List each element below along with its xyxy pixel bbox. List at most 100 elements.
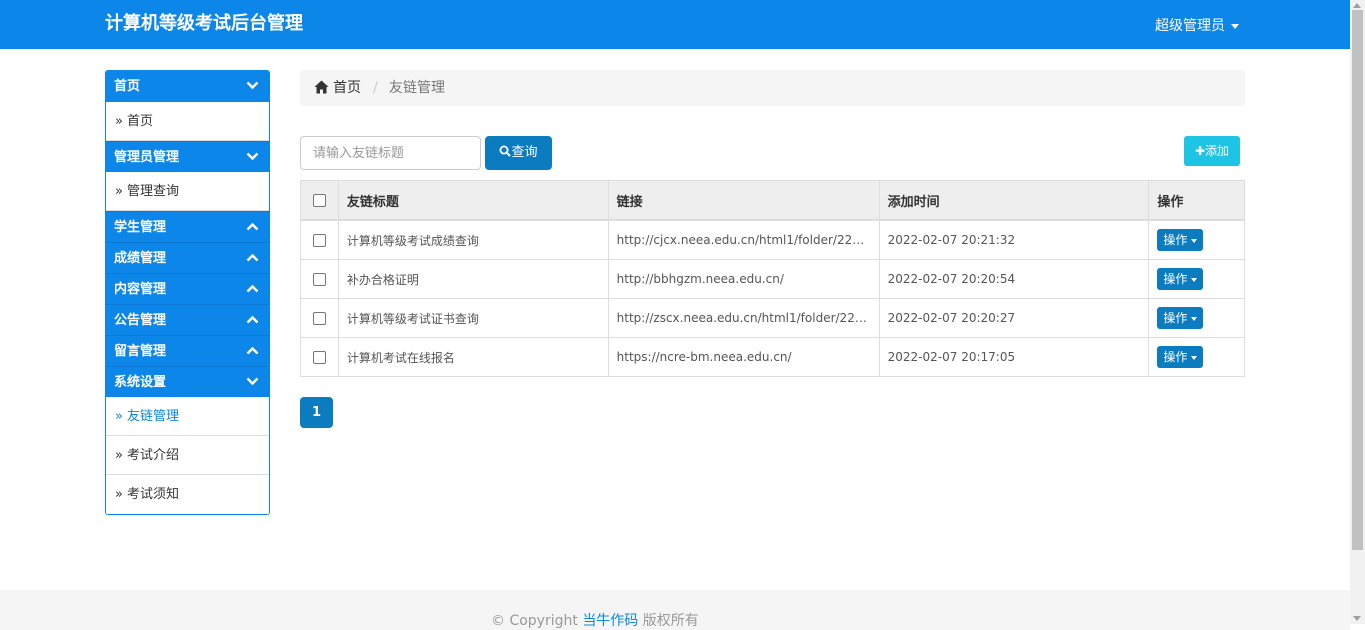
row-checkbox[interactable] bbox=[312, 273, 326, 286]
row-select-cell bbox=[300, 219, 339, 260]
caret-down-icon bbox=[1191, 277, 1198, 282]
chevron-up-icon bbox=[246, 336, 259, 367]
sidebar-item-label: 考试须知 bbox=[126, 487, 179, 502]
plus-icon: ✚ bbox=[1194, 144, 1206, 158]
double-chevron-right-icon: » bbox=[115, 114, 123, 129]
breadcrumb-home[interactable]: 首页 bbox=[314, 70, 361, 106]
cell-url-text[interactable]: https://ncre-bm.neea.edu.cn/ bbox=[617, 350, 792, 364]
cell-time: 2022-02-07 20:17:05 bbox=[878, 337, 1150, 377]
search-button-label: 查询 bbox=[511, 145, 538, 160]
cell-time: 2022-02-07 20:20:54 bbox=[878, 259, 1150, 299]
cell-title: 计算机考试在线报名 bbox=[337, 337, 609, 377]
row-checkbox[interactable] bbox=[312, 234, 326, 247]
table-row: 计算机等级考试成绩查询 http://cjcx.neea.edu.cn/html1… bbox=[300, 219, 1245, 260]
footer-suffix: 版权所有 bbox=[642, 613, 699, 629]
chevron-down-icon bbox=[246, 142, 259, 173]
row-select-cell bbox=[300, 298, 339, 338]
double-chevron-right-icon: » bbox=[115, 448, 123, 463]
sidebar-item-0-0[interactable]: » 首页 bbox=[106, 102, 269, 141]
search-input[interactable] bbox=[300, 136, 481, 170]
sidebar-group-label: 内容管理 bbox=[114, 282, 167, 297]
add-button[interactable]: ✚添加 bbox=[1184, 136, 1240, 166]
chevron-down-icon bbox=[246, 367, 259, 398]
column-header-url[interactable]: 链接 bbox=[607, 180, 880, 221]
footer-link[interactable]: 当牛作码 bbox=[582, 613, 638, 629]
cell-url: http://zscx.neea.edu.cn/html1/folder/220… bbox=[607, 298, 880, 338]
column-header-title[interactable]: 友链标题 bbox=[337, 180, 609, 221]
sidebar-item-7-2[interactable]: » 考试须知 bbox=[106, 475, 269, 514]
breadcrumb: 首页 / 友链管理 bbox=[300, 70, 1245, 106]
row-action-label: 操作 bbox=[1163, 233, 1188, 247]
scroll-up-icon[interactable] bbox=[1353, 3, 1361, 8]
user-name: 超级管理员 bbox=[1155, 18, 1225, 34]
cell-url: http://bbhgzm.neea.edu.cn/ bbox=[607, 259, 880, 299]
row-action-label: 操作 bbox=[1163, 311, 1188, 325]
chevron-up-icon bbox=[246, 274, 259, 305]
search-icon bbox=[499, 145, 512, 157]
cell-action: 操作 bbox=[1148, 219, 1245, 260]
double-chevron-right-icon: » bbox=[115, 409, 123, 424]
column-header-action: 操作 bbox=[1148, 180, 1245, 221]
search-button[interactable]: 查询 bbox=[485, 136, 552, 170]
sidebar-item-7-1[interactable]: » 考试介绍 bbox=[106, 436, 269, 475]
sidebar-group-1[interactable]: 管理员管理 bbox=[106, 141, 269, 172]
double-chevron-right-icon: » bbox=[115, 487, 123, 502]
sidebar-group-0[interactable]: 首页 bbox=[106, 71, 269, 102]
sidebar-group-label: 系统设置 bbox=[114, 375, 167, 390]
app-title[interactable]: 计算机等级考试后台管理 bbox=[105, 9, 303, 35]
table-row: 计算机考试在线报名 https://ncre-bm.neea.edu.cn/202… bbox=[300, 337, 1245, 377]
row-action-dropdown[interactable]: 操作 bbox=[1157, 268, 1204, 290]
top-navbar: 计算机等级考试后台管理 超级管理员 bbox=[0, 0, 1350, 49]
table-row: 补办合格证明 http://bbhgzm.neea.edu.cn/2022-02-… bbox=[300, 259, 1245, 299]
row-action-label: 操作 bbox=[1163, 272, 1188, 286]
sidebar-group-2[interactable]: 学生管理 bbox=[106, 211, 269, 242]
table-header-row: 友链标题 链接 添加时间 操作 bbox=[300, 180, 1245, 221]
breadcrumb-home-label: 首页 bbox=[333, 80, 361, 96]
sidebar-group-6[interactable]: 留言管理 bbox=[106, 335, 269, 366]
caret-down-icon bbox=[1191, 238, 1198, 243]
row-action-dropdown[interactable]: 操作 bbox=[1157, 229, 1204, 251]
sidebar-group-label: 管理员管理 bbox=[114, 150, 180, 165]
add-button-label: 添加 bbox=[1205, 144, 1230, 158]
cell-url-text[interactable]: http://zscx.neea.edu.cn/html1/folder/220… bbox=[617, 311, 871, 325]
cell-url-text[interactable]: http://cjcx.neea.edu.cn/html1/folder/220… bbox=[617, 233, 871, 247]
caret-down-icon bbox=[1191, 316, 1198, 321]
row-action-label: 操作 bbox=[1163, 350, 1188, 364]
breadcrumb-separator: / bbox=[373, 80, 378, 96]
row-checkbox[interactable] bbox=[312, 312, 326, 325]
scroll-down-icon[interactable] bbox=[1353, 616, 1361, 621]
sidebar-item-1-0[interactable]: » 管理查询 bbox=[106, 172, 269, 211]
row-action-dropdown[interactable]: 操作 bbox=[1157, 346, 1204, 368]
sidebar-group-3[interactable]: 成绩管理 bbox=[106, 242, 269, 273]
user-menu[interactable]: 超级管理员 bbox=[1155, 15, 1239, 35]
breadcrumb-current: 友链管理 bbox=[389, 80, 445, 96]
cell-url-text[interactable]: http://bbhgzm.neea.edu.cn/ bbox=[617, 272, 784, 286]
chevron-up-icon bbox=[246, 243, 259, 274]
row-checkbox[interactable] bbox=[312, 351, 326, 364]
sidebar-group-7[interactable]: 系统设置 bbox=[106, 366, 269, 397]
sidebar-group-5[interactable]: 公告管理 bbox=[106, 304, 269, 335]
chevron-up-icon bbox=[246, 305, 259, 336]
footer: © Copyright 当牛作码 版权所有 bbox=[0, 590, 1350, 630]
chevron-up-icon bbox=[246, 212, 259, 243]
sidebar-menu: 首页 » 首页管理员管理 » 管理查询 学生管理 成绩管理内容管理公告管理 留言管理系统设置 »… bbox=[105, 70, 270, 515]
cell-action: 操作 bbox=[1148, 337, 1245, 377]
select-all-checkbox[interactable] bbox=[312, 193, 326, 207]
links-table: 友链标题 链接 添加时间 操作 计算机等级考试成绩查询 http://cjcx.n… bbox=[300, 180, 1245, 377]
cell-time: 2022-02-07 20:21:32 bbox=[878, 219, 1150, 260]
row-action-dropdown[interactable]: 操作 bbox=[1157, 307, 1204, 329]
caret-down-icon bbox=[1231, 23, 1239, 29]
cell-title: 补办合格证明 bbox=[337, 259, 609, 299]
sidebar-group-label: 首页 bbox=[114, 79, 141, 94]
cell-time: 2022-02-07 20:20:27 bbox=[878, 298, 1150, 338]
column-header-time[interactable]: 添加时间 bbox=[878, 180, 1150, 221]
sidebar-group-4[interactable]: 内容管理 bbox=[106, 273, 269, 304]
footer-copyright: © Copyright 当牛作码 版权所有 bbox=[491, 610, 699, 630]
page-button-current[interactable]: 1 bbox=[300, 397, 333, 428]
page-scrollbar[interactable] bbox=[1350, 0, 1365, 624]
cell-title: 计算机等级考试成绩查询 bbox=[337, 219, 609, 260]
sidebar-item-label: 友链管理 bbox=[126, 409, 179, 424]
cell-url: https://ncre-bm.neea.edu.cn/ bbox=[607, 337, 880, 377]
scrollbar-thumb[interactable] bbox=[1352, 10, 1363, 550]
sidebar-item-7-0[interactable]: » 友链管理 bbox=[106, 397, 269, 436]
